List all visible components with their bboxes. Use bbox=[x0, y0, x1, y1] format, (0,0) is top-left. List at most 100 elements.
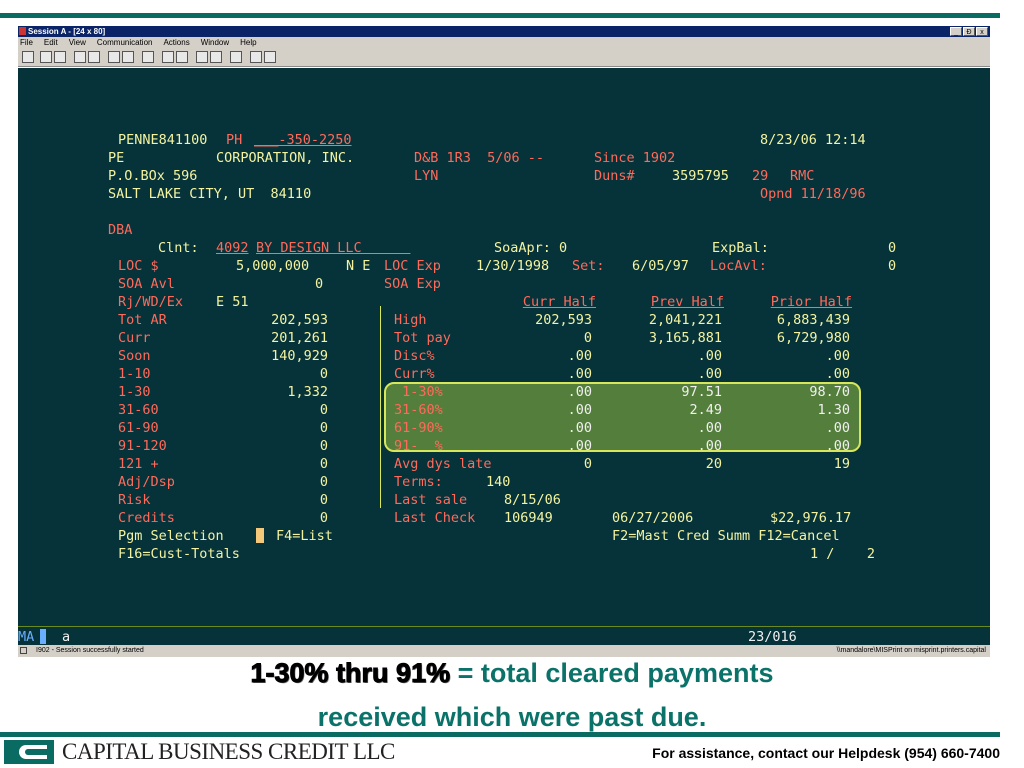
minimize-button[interactable]: _ bbox=[950, 27, 962, 36]
caption-line-1: 1-30% thru 91% = total cleared payments bbox=[0, 656, 1024, 690]
play-macro-icon[interactable] bbox=[196, 51, 208, 63]
history-curr: .00 bbox=[567, 420, 592, 436]
system-menu-icon[interactable] bbox=[19, 27, 26, 35]
history-prior: 1.30 bbox=[817, 402, 850, 418]
menu-communication[interactable]: Communication bbox=[97, 37, 153, 48]
color-icon[interactable] bbox=[122, 51, 134, 63]
rj-value: E 51 bbox=[216, 294, 249, 310]
keyboard-icon[interactable] bbox=[142, 51, 154, 63]
aging-label: Curr bbox=[118, 330, 151, 346]
history-prior: 6,729,980 bbox=[776, 330, 850, 346]
last-check-amount: $22,976.17 bbox=[770, 510, 852, 526]
duns-suffix: 29 bbox=[752, 168, 769, 184]
menu-edit[interactable]: Edit bbox=[44, 37, 58, 48]
history-prior: 98.70 bbox=[809, 384, 850, 400]
caption-highlight: 1-30% thru 91% bbox=[250, 658, 451, 689]
aging-label: Credits bbox=[118, 510, 175, 526]
history-prev: .00 bbox=[697, 420, 722, 436]
datetime: 8/23/06 12:14 bbox=[760, 132, 866, 148]
page-indicator: 1 / 2 bbox=[810, 546, 876, 562]
f16-cust-totals-key[interactable]: F16=Cust-Totals bbox=[118, 546, 240, 563]
receive-file-icon[interactable] bbox=[88, 51, 100, 63]
phone-field[interactable]: ___-350-2250 bbox=[254, 132, 352, 149]
aging-value: 201,261 bbox=[271, 330, 328, 346]
loc-value: 5,000,000 bbox=[236, 258, 310, 274]
dnb-rating: D&B 1R3 5/06 -- bbox=[414, 150, 545, 166]
column-header-prior-half: Prior Half bbox=[770, 294, 852, 310]
paste-icon[interactable] bbox=[54, 51, 66, 63]
history-label: Curr% bbox=[394, 366, 435, 382]
history-curr: 0 bbox=[583, 456, 592, 472]
aging-value: 0 bbox=[319, 438, 328, 454]
window-title: Session A - [24 x 80] bbox=[28, 27, 106, 36]
aging-value: 0 bbox=[319, 492, 328, 508]
client-number[interactable]: 4092 bbox=[216, 240, 249, 257]
lyn-code: LYN bbox=[414, 168, 439, 184]
window-titlebar: Session A - [24 x 80] _ Ɖ x bbox=[18, 26, 990, 37]
history-prior: 19 bbox=[833, 456, 850, 472]
copy-icon[interactable] bbox=[40, 51, 52, 63]
terminal-screen[interactable]: PENNE841100 PH ___-350-2250 8/23/06 12:1… bbox=[18, 68, 990, 645]
last-check-label: Last Check bbox=[394, 510, 476, 526]
dba-label: DBA bbox=[108, 222, 133, 238]
loc-exp-label: LOC Exp bbox=[384, 258, 441, 274]
menu-view[interactable]: View bbox=[69, 37, 86, 48]
caption-line-2: received which were past due. bbox=[317, 702, 707, 732]
print-screen-icon[interactable] bbox=[22, 51, 34, 63]
aging-label: Risk bbox=[118, 492, 151, 508]
history-prior: 6,883,439 bbox=[776, 312, 850, 328]
aging-value: 0 bbox=[319, 474, 328, 490]
text-cursor bbox=[256, 528, 264, 543]
caption-rest: = total cleared payments bbox=[450, 658, 774, 688]
aging-label: 61-90 bbox=[118, 420, 159, 436]
terms-label: Terms: bbox=[394, 474, 443, 490]
menu-file[interactable]: File bbox=[20, 37, 33, 48]
aging-value: 0 bbox=[319, 456, 328, 472]
cursor-position: 23/016 bbox=[748, 629, 797, 645]
client-name[interactable]: BY DESIGN LLC bbox=[256, 240, 410, 257]
aging-label: Soon bbox=[118, 348, 151, 364]
company-logo-icon bbox=[4, 740, 54, 764]
close-button[interactable]: x bbox=[976, 27, 988, 36]
macro-edit-icon[interactable] bbox=[210, 51, 222, 63]
exp-bal-label: ExpBal: bbox=[712, 240, 769, 256]
history-prior: .00 bbox=[825, 438, 850, 454]
column-header-curr-half: Curr Half bbox=[522, 294, 596, 310]
history-label: Tot pay bbox=[394, 330, 451, 346]
record-macro-icon[interactable] bbox=[162, 51, 174, 63]
menu-actions[interactable]: Actions bbox=[163, 37, 189, 48]
history-curr: .00 bbox=[567, 348, 592, 364]
loc-label: LOC $ bbox=[118, 258, 159, 274]
history-label: Disc% bbox=[394, 348, 435, 364]
function-keys-right[interactable]: F2=Mast Cred Summ F12=Cancel bbox=[612, 528, 840, 545]
customize-icon[interactable] bbox=[230, 51, 242, 63]
menu-help[interactable]: Help bbox=[240, 37, 256, 48]
maximize-button[interactable]: Ɖ bbox=[963, 27, 975, 36]
f4-list-key[interactable]: F4=List bbox=[276, 528, 333, 545]
phone-label: PH bbox=[226, 132, 243, 148]
aging-label: Tot AR bbox=[118, 312, 167, 328]
aging-label: 1-10 bbox=[118, 366, 151, 382]
history-curr: 0 bbox=[583, 330, 592, 346]
soa-exp-label: SOA Exp bbox=[384, 276, 441, 292]
history-prev: .00 bbox=[697, 438, 722, 454]
history-label: 61-90% bbox=[394, 420, 443, 436]
history-label: 91- % bbox=[394, 438, 443, 454]
display-icon[interactable] bbox=[108, 51, 120, 63]
oia-input: a bbox=[62, 629, 71, 645]
edit-icon[interactable] bbox=[264, 51, 276, 63]
company-name: CORPORATION, INC. bbox=[216, 150, 355, 166]
stop-macro-icon[interactable] bbox=[176, 51, 188, 63]
history-label: 31-60% bbox=[394, 402, 443, 418]
help-icon[interactable] bbox=[250, 51, 262, 63]
column-divider bbox=[380, 306, 381, 508]
city-state-zip: SALT LAKE CITY, UT 84110 bbox=[108, 186, 312, 202]
loc-avail-value: 0 bbox=[888, 258, 897, 274]
send-file-icon[interactable] bbox=[74, 51, 86, 63]
menu-window[interactable]: Window bbox=[201, 37, 229, 48]
pgm-selection-input[interactable] bbox=[256, 528, 264, 546]
history-prev: 2.49 bbox=[689, 402, 722, 418]
history-label: 1-30% bbox=[394, 384, 443, 400]
history-prior: .00 bbox=[825, 348, 850, 364]
pgm-selection-label: Pgm Selection bbox=[118, 528, 224, 544]
